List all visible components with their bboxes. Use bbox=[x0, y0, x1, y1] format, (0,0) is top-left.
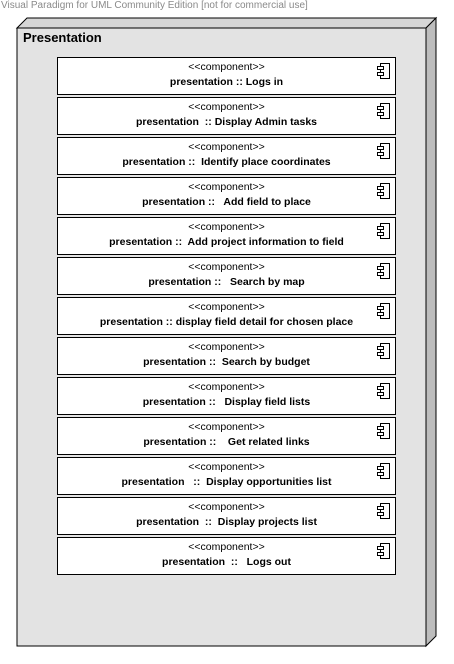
component-name: presentation :: Display opportunities li… bbox=[121, 476, 332, 488]
component-icon bbox=[377, 543, 390, 559]
component-stereotype: <<component>> bbox=[188, 141, 265, 153]
component-stereotype: <<component>> bbox=[188, 461, 265, 473]
component-box[interactable]: <<component>>presentation :: Logs in bbox=[57, 57, 396, 95]
component-name: presentation :: Search by map bbox=[148, 276, 305, 288]
component-icon bbox=[377, 463, 390, 479]
component-name: presentation :: Identify place coordinat… bbox=[122, 156, 331, 168]
component-stereotype: <<component>> bbox=[188, 501, 265, 513]
component-icon bbox=[377, 143, 390, 159]
component-stereotype: <<component>> bbox=[188, 101, 265, 113]
component-box[interactable]: <<component>>presentation :: Display opp… bbox=[57, 457, 396, 495]
component-stereotype: <<component>> bbox=[188, 381, 265, 393]
component-icon bbox=[377, 383, 390, 399]
component-icon bbox=[377, 223, 390, 239]
component-stereotype: <<component>> bbox=[188, 421, 265, 433]
component-icon bbox=[377, 423, 390, 439]
component-box[interactable]: <<component>>presentation :: Get related… bbox=[57, 417, 396, 455]
component-name: presentation :: Display projects list bbox=[136, 516, 317, 528]
node-side-face bbox=[425, 16, 437, 648]
component-name: presentation :: Display Admin tasks bbox=[135, 116, 318, 128]
component-box[interactable]: <<component>>presentation :: Logs out bbox=[57, 537, 396, 575]
component-name: presentation :: Logs in bbox=[169, 76, 284, 88]
component-stereotype: <<component>> bbox=[188, 261, 265, 273]
component-name: presentation :: Add field to place bbox=[142, 196, 311, 208]
component-icon bbox=[377, 63, 390, 79]
component-box[interactable]: <<component>>presentation :: Add project… bbox=[57, 217, 396, 255]
component-name: presentation :: display field detail for… bbox=[99, 316, 354, 328]
component-stereotype: <<component>> bbox=[188, 541, 265, 553]
component-icon bbox=[377, 503, 390, 519]
component-name: presentation :: Search by budget bbox=[143, 356, 310, 368]
component-box[interactable]: <<component>>presentation :: Display pro… bbox=[57, 497, 396, 535]
component-icon bbox=[377, 303, 390, 319]
component-stereotype: <<component>> bbox=[188, 181, 265, 193]
node-top-face bbox=[15, 17, 438, 29]
component-stereotype: <<component>> bbox=[188, 341, 265, 353]
component-stereotype: <<component>> bbox=[188, 301, 265, 313]
component-stereotype: <<component>> bbox=[188, 61, 265, 73]
component-icon bbox=[377, 263, 390, 279]
component-box[interactable]: <<component>>presentation :: display fie… bbox=[57, 297, 396, 335]
component-stereotype: <<component>> bbox=[188, 221, 265, 233]
component-name: presentation :: Logs out bbox=[162, 556, 291, 568]
component-name: presentation :: Display field lists bbox=[142, 396, 311, 408]
component-box[interactable]: <<component>>presentation :: Search by m… bbox=[57, 257, 396, 295]
component-box[interactable]: <<component>>presentation :: Display Adm… bbox=[57, 97, 396, 135]
component-name: presentation :: Add project information … bbox=[109, 236, 344, 248]
component-box[interactable]: <<component>>presentation :: Display fie… bbox=[57, 377, 396, 415]
component-icon bbox=[377, 343, 390, 359]
component-box[interactable]: <<component>>presentation :: Identify pl… bbox=[57, 137, 396, 175]
component-box[interactable]: <<component>>presentation :: Add field t… bbox=[57, 177, 396, 215]
component-name: presentation :: Get related links bbox=[143, 436, 310, 448]
component-icon bbox=[377, 183, 390, 199]
node-title: Presentation bbox=[23, 30, 102, 45]
component-icon bbox=[377, 103, 390, 119]
component-box[interactable]: <<component>>presentation :: Search by b… bbox=[57, 337, 396, 375]
